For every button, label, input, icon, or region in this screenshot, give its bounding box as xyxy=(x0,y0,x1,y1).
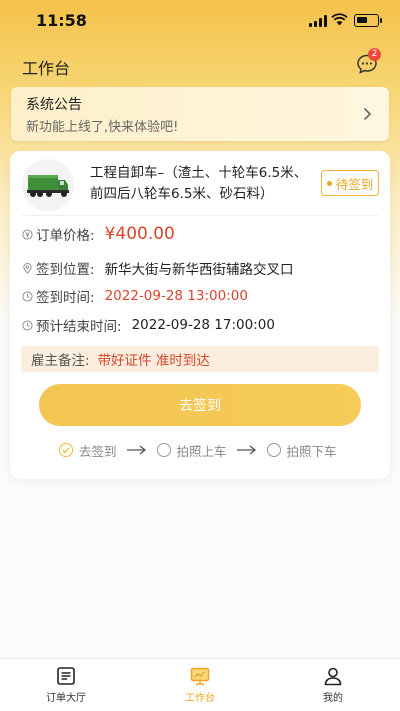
status-badge: 待签到 xyxy=(321,170,379,196)
arrow-right-icon xyxy=(126,445,146,455)
chevron-right-icon xyxy=(363,107,372,121)
check-icon xyxy=(59,443,73,457)
tab-order-hall[interactable]: 订单大厅 xyxy=(16,659,116,711)
progress-steps: 去签到 拍照上车 拍照下车 xyxy=(59,440,337,460)
profile-icon xyxy=(324,667,342,686)
step-label: 拍照下车 xyxy=(286,443,337,459)
notice-title: 系统公告 xyxy=(26,97,82,113)
step-label: 去签到 xyxy=(79,443,117,459)
order-hall-icon xyxy=(57,667,75,685)
clock-icon xyxy=(22,319,33,331)
divider xyxy=(22,215,378,216)
workbench-icon xyxy=(190,667,210,685)
status-bar: 11:58 xyxy=(0,0,400,40)
end-time-value: 2022-09-28 17:00:00 xyxy=(131,317,275,333)
status-text: 待签到 xyxy=(335,176,374,192)
signal-icon xyxy=(309,15,327,27)
price-label: 订单价格: xyxy=(36,228,95,244)
system-notice[interactable]: 系统公告 新功能上线了,快来体验吧! xyxy=(11,87,389,141)
vehicle-title: 工程自卸车–（渣土、十轮车6.5米、前四后八轮车6.5米、砂石料） xyxy=(90,165,308,202)
end-time-label: 预计结束时间: xyxy=(36,319,122,335)
location-row: 签到位置: 新华大街与新华西街辅路交叉口 xyxy=(22,258,294,278)
order-card[interactable]: 工程自卸车–（渣土、十轮车6.5米、前四后八轮车6.5米、砂石料） 待签到 订单… xyxy=(10,151,390,479)
notice-subtitle: 新功能上线了,快来体验吧! xyxy=(26,120,179,135)
price-row: 订单价格: ¥400.00 xyxy=(22,224,175,244)
tab-bar: 订单大厅 工作台 我的 xyxy=(0,658,400,711)
employer-remark: 雇主备注: 带好证件 准时到达 xyxy=(21,346,379,372)
remark-label: 雇主备注: xyxy=(31,353,90,369)
status-dot-icon xyxy=(326,180,332,186)
step-board-photo: 拍照上车 xyxy=(156,441,227,460)
message-badge: 2 xyxy=(368,48,381,61)
location-value: 新华大街与新华西街辅路交叉口 xyxy=(104,262,294,278)
location-icon xyxy=(23,262,32,274)
tab-label: 我的 xyxy=(323,693,343,704)
signin-time-row: 签到时间: 2022-09-28 13:00:00 xyxy=(22,286,248,306)
step-alight-photo: 拍照下车 xyxy=(266,441,337,460)
status-time: 11:58 xyxy=(36,11,87,30)
remark-value: 带好证件 准时到达 xyxy=(97,353,210,369)
circle-icon xyxy=(266,443,281,457)
clock-icon xyxy=(22,290,33,302)
tab-workbench[interactable]: 工作台 xyxy=(150,659,250,711)
tab-profile[interactable]: 我的 xyxy=(283,659,383,711)
battery-icon xyxy=(354,14,382,27)
wifi-icon xyxy=(331,13,348,26)
step-label: 拍照上车 xyxy=(176,443,227,459)
signin-time-label: 签到时间: xyxy=(36,290,95,306)
step-signin: 去签到 xyxy=(59,441,117,460)
tab-label: 订单大厅 xyxy=(46,693,86,704)
price-value: ¥400.00 xyxy=(104,224,175,244)
end-time-row: 预计结束时间: 2022-09-28 17:00:00 xyxy=(22,315,275,335)
money-icon xyxy=(22,228,33,240)
location-label: 签到位置: xyxy=(36,262,95,278)
signin-button[interactable]: 去签到 xyxy=(39,384,361,426)
circle-icon xyxy=(156,443,171,457)
page-title: 工作台 xyxy=(22,59,71,78)
signin-time-value: 2022-09-28 13:00:00 xyxy=(104,288,248,304)
tab-label: 工作台 xyxy=(185,693,215,704)
truck-image xyxy=(22,159,74,211)
arrow-right-icon xyxy=(236,445,256,455)
